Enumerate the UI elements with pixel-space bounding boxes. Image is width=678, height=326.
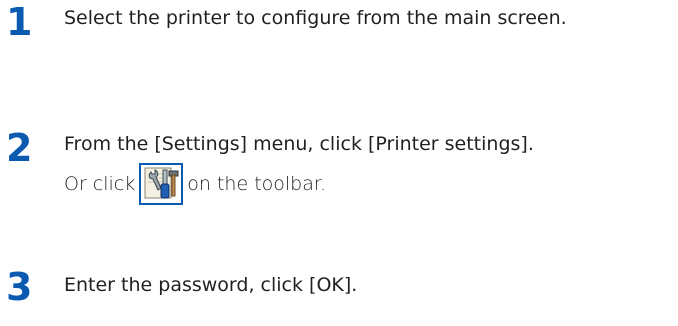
step-1-number: 1 [6, 0, 33, 44]
step-2-number: 2 [6, 126, 33, 170]
step-2-sub-after: on the toolbar. [187, 172, 326, 195]
step-2-text: From the [Settings] menu, click [Printer… [64, 133, 534, 155]
step-2-sub-before: Or click [64, 172, 136, 195]
step-1-text: Select the printer to configure from the… [64, 7, 567, 29]
step-3-number: 3 [6, 265, 33, 309]
tools-icon-graphic [144, 167, 179, 199]
step-3-text: Enter the password, click [OK]. [64, 274, 358, 296]
printer-settings-tools-icon [139, 163, 184, 205]
step-2-sub-line: Or click on the toolbar. [64, 163, 326, 205]
